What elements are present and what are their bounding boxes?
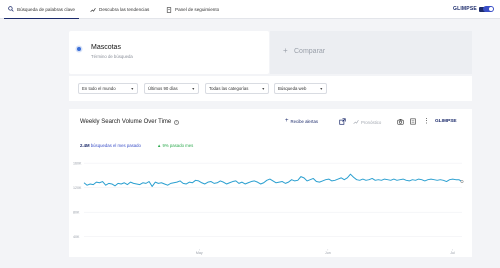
volume-value: 2.4M bbox=[80, 143, 90, 148]
camera-icon[interactable] bbox=[397, 118, 404, 125]
logo-text: GLIMPSE bbox=[453, 6, 477, 12]
toggle-switch[interactable] bbox=[483, 6, 494, 12]
monthly-volume-stat: 2.4M búsquedas el mes pasado bbox=[80, 143, 141, 148]
trend-icon bbox=[90, 7, 96, 12]
search-icon bbox=[8, 6, 14, 12]
tab-label: Panel de seguimiento bbox=[175, 7, 220, 12]
plus-icon: + bbox=[285, 118, 289, 124]
y-tick-label: 80K bbox=[73, 210, 80, 214]
document-icon[interactable] bbox=[410, 118, 416, 125]
chevron-down-icon: ▼ bbox=[191, 86, 195, 91]
keyword-color-dot-icon bbox=[77, 47, 81, 51]
time-range-dropdown[interactable]: Últimos 90 días ▼ bbox=[144, 83, 199, 94]
change-text: 9% pasado mes bbox=[162, 143, 194, 148]
alerts-button[interactable]: + Recibe alertas bbox=[285, 118, 318, 124]
chart-series bbox=[83, 173, 464, 187]
y-tick-label: 120K bbox=[73, 186, 82, 190]
volume-text: búsquedas el mes pasado bbox=[90, 143, 141, 148]
monthly-change-stat: ▲ 9% pasado mes bbox=[157, 143, 193, 148]
y-tick-label: 160K bbox=[73, 161, 82, 165]
x-axis-ticks: May Jun Jul bbox=[196, 249, 455, 255]
chart-card: Weekly Search Volume Over Time i + Recib… bbox=[69, 109, 472, 257]
dropdown-label: En todo el mundo bbox=[82, 86, 116, 91]
tab-label: Búsqueda de palabras clave bbox=[17, 6, 75, 12]
search-type-dropdown[interactable]: Búsqueda web ▼ bbox=[274, 83, 327, 94]
x-tick-label: May bbox=[196, 251, 203, 255]
chart-title: Weekly Search Volume Over Time i bbox=[80, 119, 180, 125]
tab-label: Descubra las tendencias bbox=[99, 7, 150, 12]
last-point-marker[interactable] bbox=[460, 180, 464, 183]
keyword-subtitle: Término de búsqueda bbox=[91, 54, 133, 59]
more-options-icon[interactable]: ⋮ bbox=[423, 117, 430, 125]
category-dropdown[interactable]: Todas las categorías ▼ bbox=[205, 83, 269, 94]
brand-logo[interactable]: GLIMPSE bbox=[453, 6, 486, 12]
keyword-card[interactable]: Mascotas Término de búsqueda bbox=[69, 31, 269, 74]
tab-discover-trends[interactable]: Descubra las tendencias bbox=[90, 0, 149, 19]
chart-grid bbox=[84, 162, 462, 237]
chart-title-text: Weekly Search Volume Over Time bbox=[80, 119, 172, 125]
alerts-label: Recibe alertas bbox=[290, 118, 318, 124]
external-link-icon[interactable] bbox=[339, 118, 346, 125]
tab-tracking-panel[interactable]: Panel de seguimiento bbox=[166, 0, 219, 19]
compare-label: Comparar bbox=[294, 48, 326, 55]
tab-keyword-search[interactable]: Búsqueda de palabras clave bbox=[4, 0, 79, 19]
forecast-icon bbox=[353, 120, 359, 125]
info-icon[interactable]: i bbox=[174, 119, 180, 125]
keyword-title: Mascotas bbox=[91, 44, 121, 51]
location-dropdown[interactable]: En todo el mundo ▼ bbox=[78, 83, 138, 94]
y-axis-ticks: 160K 120K 80K 40K bbox=[73, 161, 82, 239]
series-line[interactable] bbox=[83, 173, 463, 187]
dropdown-label: Últimos 90 días bbox=[148, 86, 178, 91]
chevron-down-icon: ▼ bbox=[261, 86, 265, 91]
x-tick-label: Jun bbox=[325, 251, 331, 255]
up-arrow-icon: ▲ bbox=[157, 143, 162, 148]
line-chart[interactable]: 160K 120K 80K 40K May Jun Jul bbox=[69, 153, 472, 257]
plus-icon: + bbox=[283, 46, 288, 55]
filter-bar: En todo el mundo ▼ Últimos 90 días ▼ Todas… bbox=[69, 76, 472, 101]
chart-logo: GLIMPSE bbox=[435, 119, 457, 124]
y-tick-label: 40K bbox=[73, 235, 80, 239]
top-nav: Búsqueda de palabras clave Descubra las … bbox=[0, 0, 500, 19]
dropdown-label: Búsqueda web bbox=[278, 86, 307, 91]
chevron-down-icon: ▼ bbox=[130, 86, 134, 91]
forecast-label: Pronóstico bbox=[361, 119, 382, 125]
dropdown-label: Todas las categorías bbox=[209, 86, 249, 91]
x-tick-label: Jul bbox=[450, 251, 455, 255]
chevron-down-icon: ▼ bbox=[319, 86, 323, 91]
panel-icon bbox=[166, 6, 172, 13]
forecast-button[interactable]: Pronóstico bbox=[353, 119, 381, 125]
compare-card[interactable]: + Comparar bbox=[270, 31, 472, 74]
